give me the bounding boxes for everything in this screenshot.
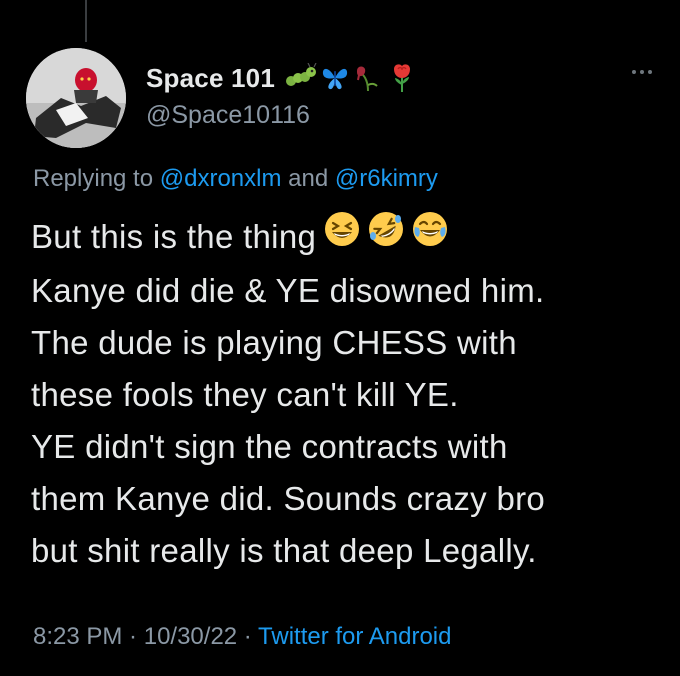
more-dot (632, 70, 636, 74)
meta-separator: · (237, 623, 259, 650)
caterpillar-icon (286, 63, 317, 86)
tweet-source-link[interactable]: Twitter for Android (258, 623, 451, 650)
avatar[interactable] (26, 48, 126, 148)
thread-connector-line (85, 0, 87, 42)
author-name-row: Space 101 (146, 60, 417, 96)
rose-icon (394, 64, 411, 92)
more-options-icon[interactable] (632, 70, 652, 74)
butterfly-icon (322, 68, 348, 90)
replying-prefix: Replying to (33, 165, 160, 192)
replying-conjunction: and (281, 165, 335, 192)
user-handle[interactable]: @Space10116 (146, 101, 310, 130)
meta-separator: · (122, 623, 144, 650)
wilted-flower-icon (357, 66, 378, 92)
tweet-line: The dude is playing CHESS with (31, 324, 517, 362)
tweet-text: But this is the thing Kanye did die & YE… (31, 211, 661, 577)
more-dot (648, 70, 652, 74)
mention-link-r6kimry[interactable]: @r6kimry (335, 165, 438, 192)
tweet-line: them Kanye did. Sounds crazy bro (31, 480, 546, 518)
rolling-on-floor-laughing-icon (368, 210, 404, 262)
tweet-date[interactable]: 10/30/22 (144, 623, 237, 650)
tweet-metadata: 8:23 PM · 10/30/22 · Twitter for Android (33, 623, 451, 651)
profile-photo-icon (26, 48, 126, 148)
more-dot (640, 70, 644, 74)
grinning-squinting-face-icon (324, 210, 360, 262)
tweet-time[interactable]: 8:23 PM (33, 623, 122, 650)
mention-link-dxronxlm[interactable]: @dxronxlm (160, 165, 282, 192)
display-name[interactable]: Space 101 (146, 63, 275, 94)
tweet-line: But this is the thing (31, 211, 661, 265)
replying-to: Replying to @dxronxlm and @r6kimry (33, 165, 438, 193)
tweet-line: YE didn't sign the contracts with (31, 428, 508, 466)
name-emoji-row (285, 63, 417, 93)
tweet-line: Kanye did die & YE disowned him. (31, 272, 545, 310)
tweet-line: these fools they can't kill YE. (31, 376, 459, 414)
tweet-line-text: But this is the thing (31, 218, 317, 255)
tweet-line: but shit really is that deep Legally. (31, 532, 537, 570)
face-with-tears-of-joy-icon (412, 210, 448, 262)
